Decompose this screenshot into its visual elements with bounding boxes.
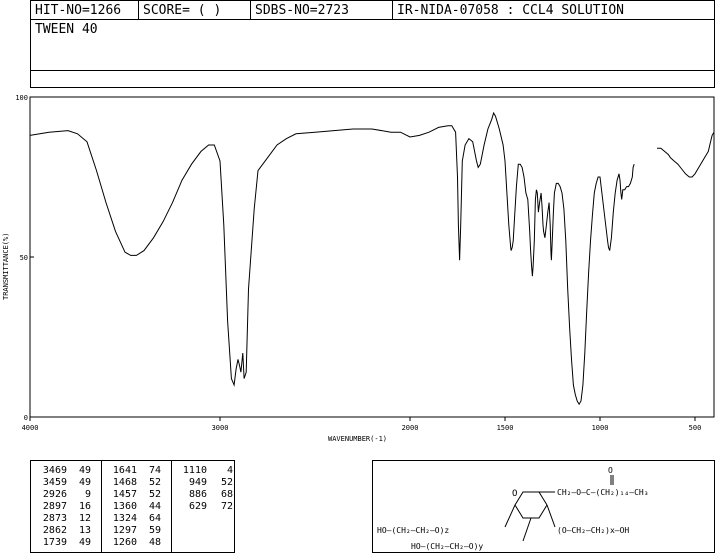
peak-wavenumber: 3469 [42, 465, 67, 476]
spectrum-series [29, 111, 715, 406]
peak-wavenumber: 1457 [112, 489, 137, 500]
x-tick-label: 2000 [402, 424, 419, 432]
peak-wavenumber: 2926 [42, 489, 67, 500]
peak-wavenumber: 2862 [42, 525, 67, 536]
peak-wavenumber: 1324 [112, 513, 137, 524]
peak-transmittance: 12 [78, 513, 91, 524]
x-tick-label: 500 [689, 424, 702, 432]
bottom-chain-label: HO—(CH₂—CH₂—O)y [411, 542, 483, 551]
peak-wavenumber: 1297 [112, 525, 137, 536]
peak-table-divider [171, 461, 172, 552]
right-chain-bond [546, 504, 556, 528]
x-tick-label: 1000 [592, 424, 609, 432]
y-axis-label: TRANSMITTANCE(%) [2, 233, 10, 300]
ring-bonds [514, 491, 548, 519]
peak-transmittance: 9 [84, 489, 91, 500]
bottom-chain-bond [522, 517, 532, 542]
spectrum-line-2 [657, 131, 715, 178]
peak-transmittance: 59 [148, 525, 161, 536]
peak-transmittance: 74 [148, 465, 161, 476]
y-axis-ticks: 0 50 100 [15, 94, 34, 422]
peak-transmittance: 13 [78, 525, 91, 536]
peak-table: 3469 49 3459 49 2926 9 2897 16 2873 12 2862 13 1739 4… [30, 460, 235, 553]
ir-spectrum-chart: 0 50 100 4000 3000 2000 1500 1000 500 TRANSMITT… [2, 94, 715, 443]
spectrum-line-1 [29, 111, 635, 406]
x-tick-label: 3000 [212, 424, 229, 432]
left-chain-bond [504, 504, 516, 528]
peak-transmittance: 52 [148, 489, 161, 500]
left-chain-label: HO—(CH₂—CH₂—O)z [377, 526, 449, 535]
plot-frame [29, 96, 715, 418]
peak-wavenumber: 2897 [42, 501, 67, 512]
peak-wavenumber: 1468 [112, 477, 137, 488]
y-tick-label: 50 [20, 254, 28, 262]
peak-wavenumber: 1260 [112, 537, 137, 548]
peak-wavenumber: 629 [188, 501, 207, 512]
peak-transmittance: 49 [78, 537, 91, 548]
peak-transmittance: 72 [220, 501, 233, 512]
chemical-structure: O CH₂—O—C—(CH₂)₁₄—CH₃ O HO—(CH₂—CH₂—O)z … [372, 460, 715, 553]
peak-transmittance: 52 [148, 477, 161, 488]
peak-transmittance: 49 [78, 465, 91, 476]
peak-wavenumber: 949 [188, 477, 207, 488]
peak-wavenumber: 3459 [42, 477, 67, 488]
structure-drawing: O CH₂—O—C—(CH₂)₁₄—CH₃ O HO—(CH₂—CH₂—O)z … [377, 466, 649, 551]
peak-transmittance: 49 [78, 477, 91, 488]
peak-wavenumber: 2873 [42, 513, 67, 524]
ring-oxygen-label: O [512, 489, 517, 499]
right-chain-label: (O—CH₂—CH₂)x—OH [557, 526, 629, 535]
peak-transmittance: 48 [148, 537, 161, 548]
peak-transmittance: 16 [78, 501, 91, 512]
x-axis-label: WAVENUMBER(-1) [328, 435, 387, 443]
peak-wavenumber: 1641 [112, 465, 137, 476]
peak-wavenumber: 1360 [112, 501, 137, 512]
peak-wavenumber: 886 [188, 489, 207, 500]
x-tick-label: 4000 [22, 424, 39, 432]
peak-wavenumber: 1110 [182, 465, 207, 476]
peak-transmittance: 52 [220, 477, 233, 488]
peak-table-divider [101, 461, 102, 552]
y-tick-label: 0 [24, 414, 28, 422]
y-tick-label: 100 [15, 94, 28, 102]
peak-transmittance: 4 [226, 465, 233, 476]
peak-transmittance: 64 [148, 513, 161, 524]
peak-transmittance: 44 [148, 501, 161, 512]
x-axis-ticks: 4000 3000 2000 1500 1000 500 [22, 417, 702, 432]
carbonyl-oxygen: O [608, 466, 613, 475]
x-tick-label: 1500 [497, 424, 514, 432]
peak-transmittance: 68 [220, 489, 233, 500]
top-chain-label: CH₂—O—C—(CH₂)₁₄—CH₃ [557, 488, 649, 497]
peak-wavenumber: 1739 [42, 537, 67, 548]
